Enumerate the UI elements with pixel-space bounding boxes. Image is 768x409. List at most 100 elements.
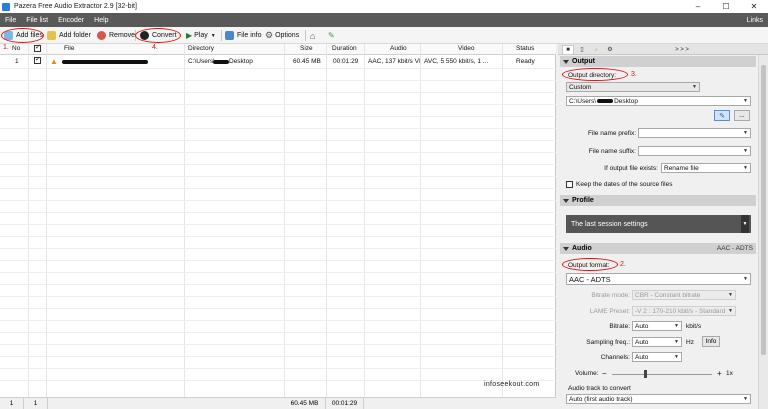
volume-minus-icon[interactable]: − [602,369,607,378]
output-path-input[interactable]: C:\Users\ Desktop ▼ [566,96,751,106]
maximize-icon[interactable]: ☐ [712,0,740,13]
audio-section-format: AAC - ADTS [716,245,753,252]
row-checkbox[interactable] [34,57,41,66]
browse-button[interactable]: ... [734,110,750,121]
row-divider [0,164,556,165]
header-size[interactable]: Size [300,45,313,52]
bitrate-select[interactable]: Auto ▼ [632,321,682,331]
panel-tabs: ■ ▯ ♪ ⚙ > > > [558,44,768,55]
add-folder-label: Add folder [59,32,91,39]
tab-file-icon[interactable]: ▯ [576,45,588,54]
options-label: Options [275,32,300,39]
chevron-down-icon: ▼ [743,98,748,104]
profile-select[interactable]: The last session settings ▼ [566,215,751,233]
file-name-prefix-input[interactable]: ▼ [638,128,751,138]
lame-preset-select[interactable]: -V 2 : 170-210 kbit/s - Standard ▼ [632,306,736,316]
edit-path-button[interactable]: ✎ [714,110,730,121]
toolbar-separator [305,30,306,41]
pin-button[interactable]: ✎ [328,29,335,42]
if-exists-label: If output file exists: [604,165,658,172]
tab-folder-icon[interactable]: ■ [562,45,574,54]
file-name-suffix-input[interactable]: ▼ [638,146,751,156]
output-directory-mode-select[interactable]: Custom ▼ [566,82,700,92]
options-button[interactable]: ⚙ Options [265,29,299,42]
bitrate-value: Auto [635,322,649,330]
chevron-down-icon: ▼ [743,396,748,402]
volume-slider-track[interactable] [612,374,712,375]
play-button[interactable]: ▶ Play ▼ [186,29,216,42]
header-audio[interactable]: Audio [390,45,407,52]
menu-encoder[interactable]: Encoder [53,17,89,24]
volume-plus-icon[interactable]: + [717,369,722,378]
play-icon: ▶ [186,31,193,40]
home-button[interactable]: ⌂ [310,29,315,42]
remove-button[interactable]: Remove [97,29,135,42]
header-no[interactable]: No [12,45,20,52]
annotation-step-3: 3. [631,71,637,78]
tab-more[interactable]: > > > [662,45,702,54]
table-row[interactable]: 1 ▲ C:\Users\ Desktop 60.45 MB 00:01:29 … [0,56,556,68]
menu-file-list[interactable]: File list [21,17,53,24]
sampling-value: Auto [635,338,649,346]
file-info-button[interactable]: File info [225,29,262,42]
sampling-label: Sampling freq.: [586,339,630,346]
header-video[interactable]: Video [458,45,475,52]
row-divider [0,236,556,237]
home-icon: ⌂ [310,30,316,41]
audio-track-value: Auto (first audio track) [569,395,633,403]
add-folder-button[interactable]: Add folder [47,29,91,42]
collapse-icon [563,198,569,203]
audio-section-header[interactable]: Audio AAC - ADTS [560,243,756,254]
row-divider [0,332,556,333]
annotation-step-1: 1. [3,44,9,51]
close-icon[interactable]: ✕ [740,0,768,13]
tab-music-icon[interactable]: ♪ [590,45,602,54]
info-button[interactable]: Info [702,336,720,347]
annotation-step-2: 2. [620,261,626,268]
keep-dates-checkbox[interactable]: Keep the dates of the source files [566,181,672,188]
header-check[interactable] [34,43,41,54]
lame-preset-value: -V 2 : 170-210 kbit/s - Standard [635,307,726,315]
chevron-down-icon: ▼ [674,323,679,329]
header-file[interactable]: File [64,45,74,52]
window-title: Pazera Free Audio Extractor 2.9 [32-bit] [14,3,137,10]
toolbar: Add files Add folder Remove Convert ▶ Pl… [0,27,768,44]
header-status[interactable]: Status [516,45,534,52]
remove-icon [97,31,106,40]
collapse-icon [563,59,569,64]
cell-video: AVC, 5 550 kbit/s, 1 ... [424,58,489,65]
row-divider [0,308,556,309]
row-divider [0,212,556,213]
output-format-select[interactable]: AAC - ADTS ▼ [566,273,751,285]
chevron-down-icon: ▼ [728,292,733,298]
row-divider [0,260,556,261]
panel-scrollbar[interactable] [758,55,768,409]
app-icon [2,2,10,11]
status-bar: 1 1 60.45 MB 00:01:29 [0,397,556,409]
cell-no: 1 [15,58,19,65]
channels-select[interactable]: Auto ▼ [632,352,682,362]
menu-links[interactable]: Links [747,17,763,24]
menu-file[interactable]: File [0,17,21,24]
sampling-select[interactable]: Auto ▼ [632,337,682,347]
menu-help[interactable]: Help [89,17,113,24]
bitrate-mode-select[interactable]: CBR - Constant bitrate ▼ [632,290,736,300]
scrollbar-thumb[interactable] [761,65,766,355]
profile-section-header[interactable]: Profile [560,195,756,206]
menu-bar: File File list Encoder Help Links [0,13,768,27]
row-divider [0,140,556,141]
if-exists-select[interactable]: Rename file ▼ [661,163,751,173]
tab-gear-icon[interactable]: ⚙ [604,45,616,54]
output-section-title: Output [572,58,595,65]
volume-slider-thumb[interactable] [644,370,647,378]
file-info-label: File info [237,32,262,39]
row-divider [0,116,556,117]
audio-track-select[interactable]: Auto (first audio track) ▼ [566,394,751,404]
row-divider [0,284,556,285]
output-section-header[interactable]: Output [560,56,756,67]
minimize-icon[interactable]: – [684,0,712,13]
header-directory[interactable]: Directory [188,45,214,52]
profile-value: The last session settings [571,220,648,228]
header-duration[interactable]: Duration [332,45,357,52]
file-list: No File Directory Size Duration Audio Vi… [0,43,556,397]
